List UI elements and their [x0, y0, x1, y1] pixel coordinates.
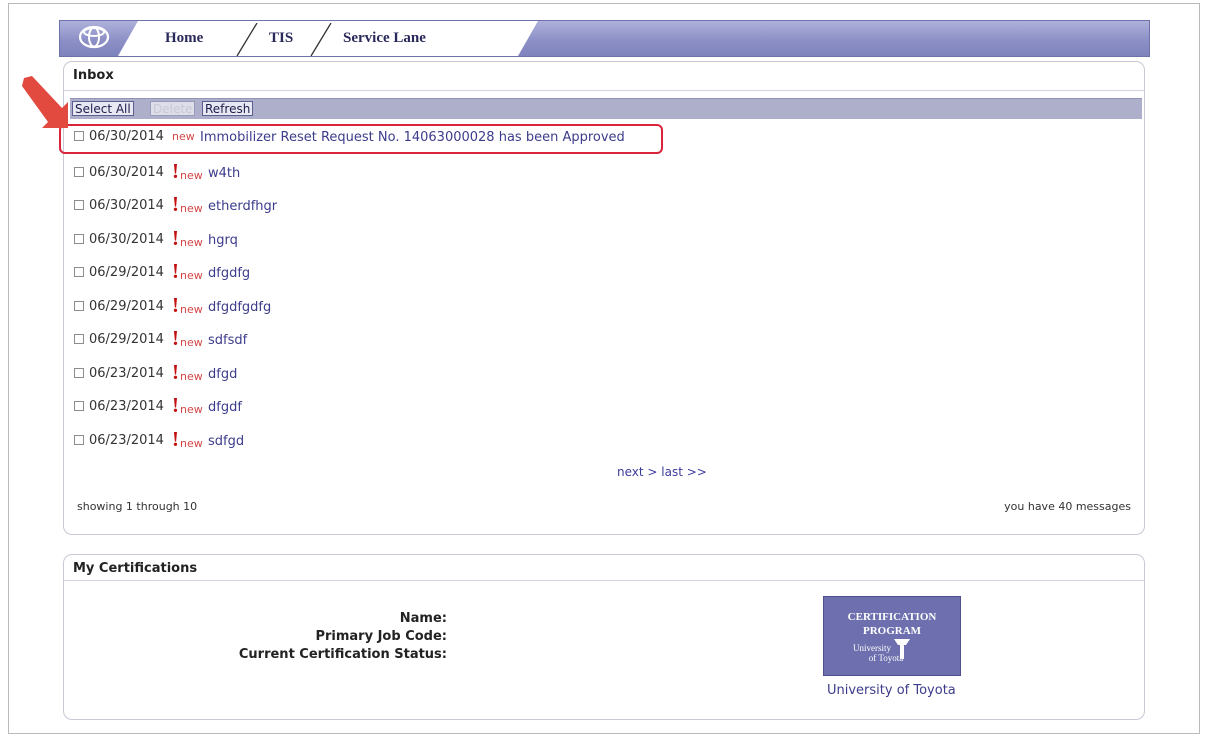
- message-subject-link[interactable]: sdfsdf: [208, 333, 247, 348]
- message-checkbox[interactable]: [74, 167, 84, 177]
- message-count: you have 40 messages: [1004, 500, 1131, 513]
- message-date: 06/23/2014: [89, 399, 164, 414]
- certifications-title: My Certifications: [73, 561, 198, 576]
- exclamation-icon: !: [172, 259, 179, 283]
- name-label: Name:: [399, 611, 447, 626]
- exclamation-icon: !: [172, 226, 179, 250]
- message-date: 06/30/2014: [89, 232, 164, 247]
- exclamation-icon: !: [172, 159, 179, 183]
- showing-range: showing 1 through 10: [77, 500, 198, 513]
- logo-text: CERTIFICATION: [847, 611, 937, 623]
- message-row[interactable]: 06/29/2014! new sdfsdf: [74, 326, 694, 350]
- inbox-toolbar: Select All Delete Refresh: [70, 98, 1142, 119]
- toyota-logo-icon[interactable]: [78, 25, 110, 49]
- message-checkbox[interactable]: [74, 234, 84, 244]
- message-date: 06/29/2014: [89, 265, 164, 280]
- message-subject-link[interactable]: hgrq: [208, 233, 238, 248]
- certification-status-label: Current Certification Status:: [238, 647, 447, 662]
- message-subject-link[interactable]: dfgdfg: [208, 266, 250, 281]
- message-subject-link[interactable]: w4th: [208, 166, 240, 181]
- message-subject-link[interactable]: dfgdfgdfg: [208, 300, 271, 315]
- message-checkbox[interactable]: [74, 401, 84, 411]
- message-subject-link[interactable]: sdfgd: [208, 434, 244, 449]
- exclamation-icon: !: [172, 192, 179, 216]
- highlight-callout-box: [59, 124, 663, 154]
- new-badge: new: [180, 202, 203, 215]
- exclamation-icon: !: [172, 326, 179, 350]
- exclamation-icon: !: [172, 360, 179, 384]
- message-date: 06/30/2014: [89, 198, 164, 213]
- delete-button[interactable]: Delete: [150, 101, 196, 116]
- message-row[interactable]: 06/29/2014! new dfgdfgdfg: [74, 293, 694, 317]
- top-nav-bar: Home TIS Service Lane: [59, 20, 1150, 57]
- refresh-button[interactable]: Refresh: [202, 101, 254, 116]
- new-badge: new: [180, 303, 203, 316]
- message-checkbox[interactable]: [74, 334, 84, 344]
- tab-divider: [236, 23, 258, 56]
- red-arrow-icon: [22, 76, 68, 128]
- new-badge: new: [180, 403, 203, 416]
- inbox-title: Inbox: [73, 68, 114, 83]
- message-date: 06/29/2014: [89, 332, 164, 347]
- message-checkbox[interactable]: [74, 200, 84, 210]
- certifications-panel: My Certifications Name: Primary Job Code…: [63, 554, 1145, 720]
- message-date: 06/23/2014: [89, 366, 164, 381]
- message-row[interactable]: 06/23/2014! new sdfgd: [74, 427, 694, 451]
- new-badge: new: [180, 437, 203, 450]
- select-all-button[interactable]: Select All: [72, 101, 134, 116]
- message-date: 06/29/2014: [89, 299, 164, 314]
- new-badge: new: [180, 169, 203, 182]
- message-row[interactable]: 06/30/2014! new hgrq: [74, 226, 694, 250]
- job-code-label: Primary Job Code:: [315, 629, 447, 644]
- title-divider: [64, 90, 1144, 91]
- message-subject-link[interactable]: dfgd: [208, 367, 237, 382]
- message-checkbox[interactable]: [74, 301, 84, 311]
- new-badge: new: [180, 336, 203, 349]
- university-caption[interactable]: University of Toyota: [827, 683, 956, 698]
- message-row[interactable]: 06/30/2014! new w4th: [74, 159, 694, 183]
- exclamation-icon: !: [172, 293, 179, 317]
- title-divider: [64, 580, 1144, 581]
- message-subject-link[interactable]: dfgdf: [208, 400, 242, 415]
- message-checkbox[interactable]: [74, 368, 84, 378]
- tab-divider: [310, 23, 332, 56]
- tab-tis[interactable]: TIS: [269, 21, 309, 56]
- exclamation-icon: !: [172, 393, 179, 417]
- message-row[interactable]: 06/23/2014! new dfgdf: [74, 393, 694, 417]
- message-subject-link[interactable]: etherdfhgr: [208, 199, 277, 214]
- pager-links[interactable]: next > last >>: [617, 465, 707, 479]
- message-date: 06/23/2014: [89, 433, 164, 448]
- logo-text: of Toyota: [868, 653, 904, 663]
- new-badge: new: [180, 269, 203, 282]
- new-badge: new: [180, 370, 203, 383]
- message-date: 06/30/2014: [89, 165, 164, 180]
- message-row[interactable]: 06/29/2014! new dfgdfg: [74, 259, 694, 283]
- exclamation-icon: !: [172, 427, 179, 451]
- tab-service-lane[interactable]: Service Lane: [343, 21, 463, 56]
- new-badge: new: [180, 236, 203, 249]
- tab-home[interactable]: Home: [165, 21, 235, 56]
- message-row[interactable]: 06/23/2014! new dfgd: [74, 360, 694, 384]
- university-emblem-icon: [894, 639, 910, 659]
- logo-text: PROGRAM: [862, 625, 922, 637]
- message-checkbox[interactable]: [74, 435, 84, 445]
- certification-program-logo[interactable]: CERTIFICATION PROGRAM University of Toyo…: [823, 596, 961, 676]
- message-row[interactable]: 06/30/2014! new etherdfhgr: [74, 192, 694, 216]
- logo-text: University: [853, 643, 891, 653]
- message-checkbox[interactable]: [74, 267, 84, 277]
